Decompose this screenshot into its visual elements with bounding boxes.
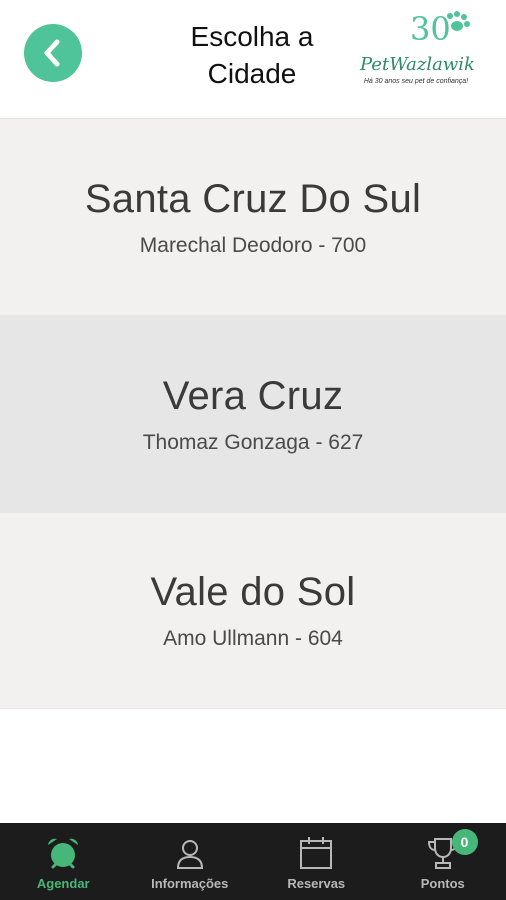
tab-label: Pontos [420, 876, 465, 891]
user-icon [176, 840, 203, 869]
tab-informacoes[interactable]: Informações [127, 823, 254, 900]
tab-agendar[interactable]: Agendar [0, 823, 127, 900]
city-name: Vera Cruz [162, 373, 344, 418]
chevron-left-icon [44, 39, 60, 67]
back-button[interactable] [24, 24, 82, 82]
tab-label: Agendar [36, 876, 90, 891]
page-title-line1: Escolha a [190, 21, 314, 52]
city-name: Vale do Sol [150, 570, 356, 614]
page-title-line2: Cidade [207, 58, 297, 89]
alarm-clock-icon [48, 838, 79, 869]
tab-reservas[interactable]: Reservas [253, 823, 380, 900]
city-item-vale-do-sol[interactable]: Vale do Sol Amo Ullmann - 604 [0, 512, 506, 709]
city-item-santa-cruz-do-sul[interactable]: Santa Cruz Do Sul Marechal Deodoro - 700 [0, 118, 506, 315]
calendar-icon [300, 837, 333, 869]
logo-text: PetWazlawik [359, 54, 474, 75]
logo-tagline: Há 30 anos seu pet de confiança! [363, 78, 469, 85]
city-name: Santa Cruz Do Sul [84, 176, 422, 221]
city-address: Marechal Deodoro - 700 [139, 233, 367, 257]
tab-label: Informações [151, 876, 229, 891]
city-list: Santa Cruz Do Sul Marechal Deodoro - 700… [0, 118, 506, 709]
header: Escolha a Cidade 30 PetWazlawik Há 30 an… [0, 0, 506, 118]
points-badge: 0 [451, 829, 478, 855]
tab-pontos[interactable]: Pontos 0 [380, 823, 506, 900]
page-title: Escolha a Cidade [150, 18, 354, 92]
city-address: Thomaz Gonzaga - 627 [142, 430, 364, 454]
bottom-tab-bar: Agendar Informações Reservas Pontos 0 [0, 823, 506, 900]
city-item-vera-cruz[interactable]: Vera Cruz Thomaz Gonzaga - 627 [0, 315, 506, 512]
logo-number: 30 [410, 10, 451, 48]
tab-label: Reservas [287, 876, 346, 891]
city-address: Amo Ullmann - 604 [163, 627, 343, 650]
